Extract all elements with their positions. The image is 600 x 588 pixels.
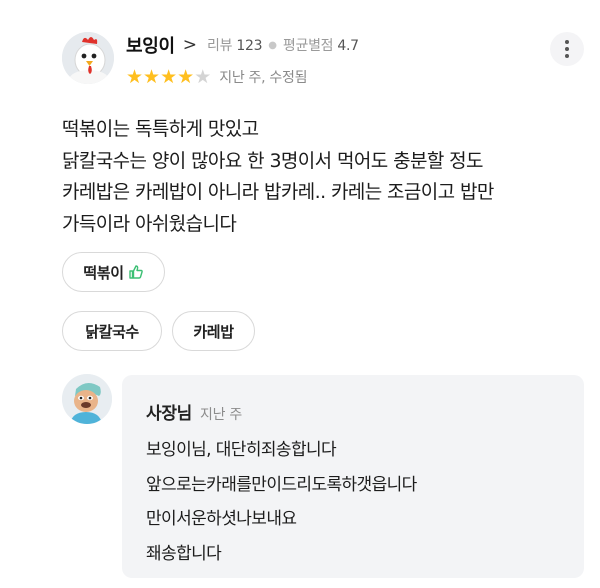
more-options-button[interactable] — [550, 32, 584, 66]
chicken-avatar-icon — [62, 32, 114, 84]
reply-line: 보잉이님, 대단히죄송합니다 — [146, 440, 337, 460]
review-count-value: 123 — [236, 38, 263, 54]
reply-header: 사장님 지난 주 — [146, 399, 242, 424]
more-dot — [565, 47, 569, 51]
menu-tag-dakkalguksu[interactable]: 닭칼국수 — [62, 311, 162, 351]
menu-tag-label: 떡볶이 — [83, 263, 124, 282]
review-line: 가득이라 아쉬웠습니다 — [62, 212, 237, 235]
review-date: 지난 주, 수정됨 — [219, 70, 308, 86]
thumbs-up-icon — [128, 264, 144, 280]
star-rating: ★ ★ ★ ★ ★ — [126, 67, 211, 87]
star-icon: ★ — [177, 66, 195, 88]
chevron-right-icon[interactable]: > — [183, 35, 197, 55]
reviewer-avatar[interactable] — [62, 32, 114, 84]
review-line: 닭칼국수는 양이 많아요 한 3명이서 먹어도 충분할 정도 — [62, 149, 484, 172]
more-dot — [565, 54, 569, 58]
star-icon: ★ — [194, 66, 212, 88]
more-vertical-icon — [565, 40, 569, 44]
reply-line: 앞으로는카래를만이드리도록하갯읍니다 — [146, 474, 417, 495]
menu-tag-label: 닭칼국수 — [85, 322, 139, 341]
average-rating: 평균별점 4.7 — [283, 35, 359, 55]
menu-tag-label: 카레밥 — [193, 322, 234, 341]
menu-tag-tteokbokki[interactable]: 떡볶이 — [62, 252, 165, 292]
reply-date: 지난 주 — [200, 407, 242, 423]
owner-avatar-icon — [62, 374, 112, 424]
star-icon: ★ — [143, 66, 161, 88]
star-icon: ★ — [160, 66, 178, 88]
reply-line: 만이서운하셧나보내요 — [146, 509, 297, 529]
owner-reply: 사장님 지난 주 보잉이님, 대단히죄송합니다 앞으로는카래를만이드리도록하갯읍… — [122, 375, 584, 578]
rating-row: ★ ★ ★ ★ ★ 지난 주, 수정됨 — [126, 66, 307, 88]
reviewer-nickname[interactable]: 보잉이 — [126, 32, 175, 58]
reply-text: 보잉이님, 대단히죄송합니다 앞으로는카래를만이드리도록하갯읍니다 만이서운하셧… — [146, 433, 417, 571]
average-rating-value: 4.7 — [337, 38, 359, 54]
menu-tag-curry-rice[interactable]: 카레밥 — [172, 311, 255, 351]
reply-line: 좨송합니다 — [146, 543, 222, 564]
owner-avatar — [62, 374, 112, 424]
review-line: 떡볶이는 독특하게 맛있고 — [62, 118, 259, 140]
average-rating-label: 평균별점 — [282, 38, 334, 54]
star-icon: ★ — [126, 66, 144, 88]
reviewer-info: 보잉이 > 리뷰 123 ● 평균별점 4.7 — [126, 33, 359, 57]
review-count-label: 리뷰 — [207, 38, 233, 54]
review-text: 떡볶이는 독특하게 맛있고 닭칼국수는 양이 많아요 한 3명이서 먹어도 충분… — [62, 114, 582, 240]
separator-dot: ● — [268, 39, 277, 51]
review-count: 리뷰 123 — [207, 35, 262, 55]
review-line: 카레밥은 카레밥이 아니라 밥카레.. 카레는 조금이고 밥만 — [62, 181, 494, 203]
owner-label: 사장님 — [146, 404, 193, 424]
